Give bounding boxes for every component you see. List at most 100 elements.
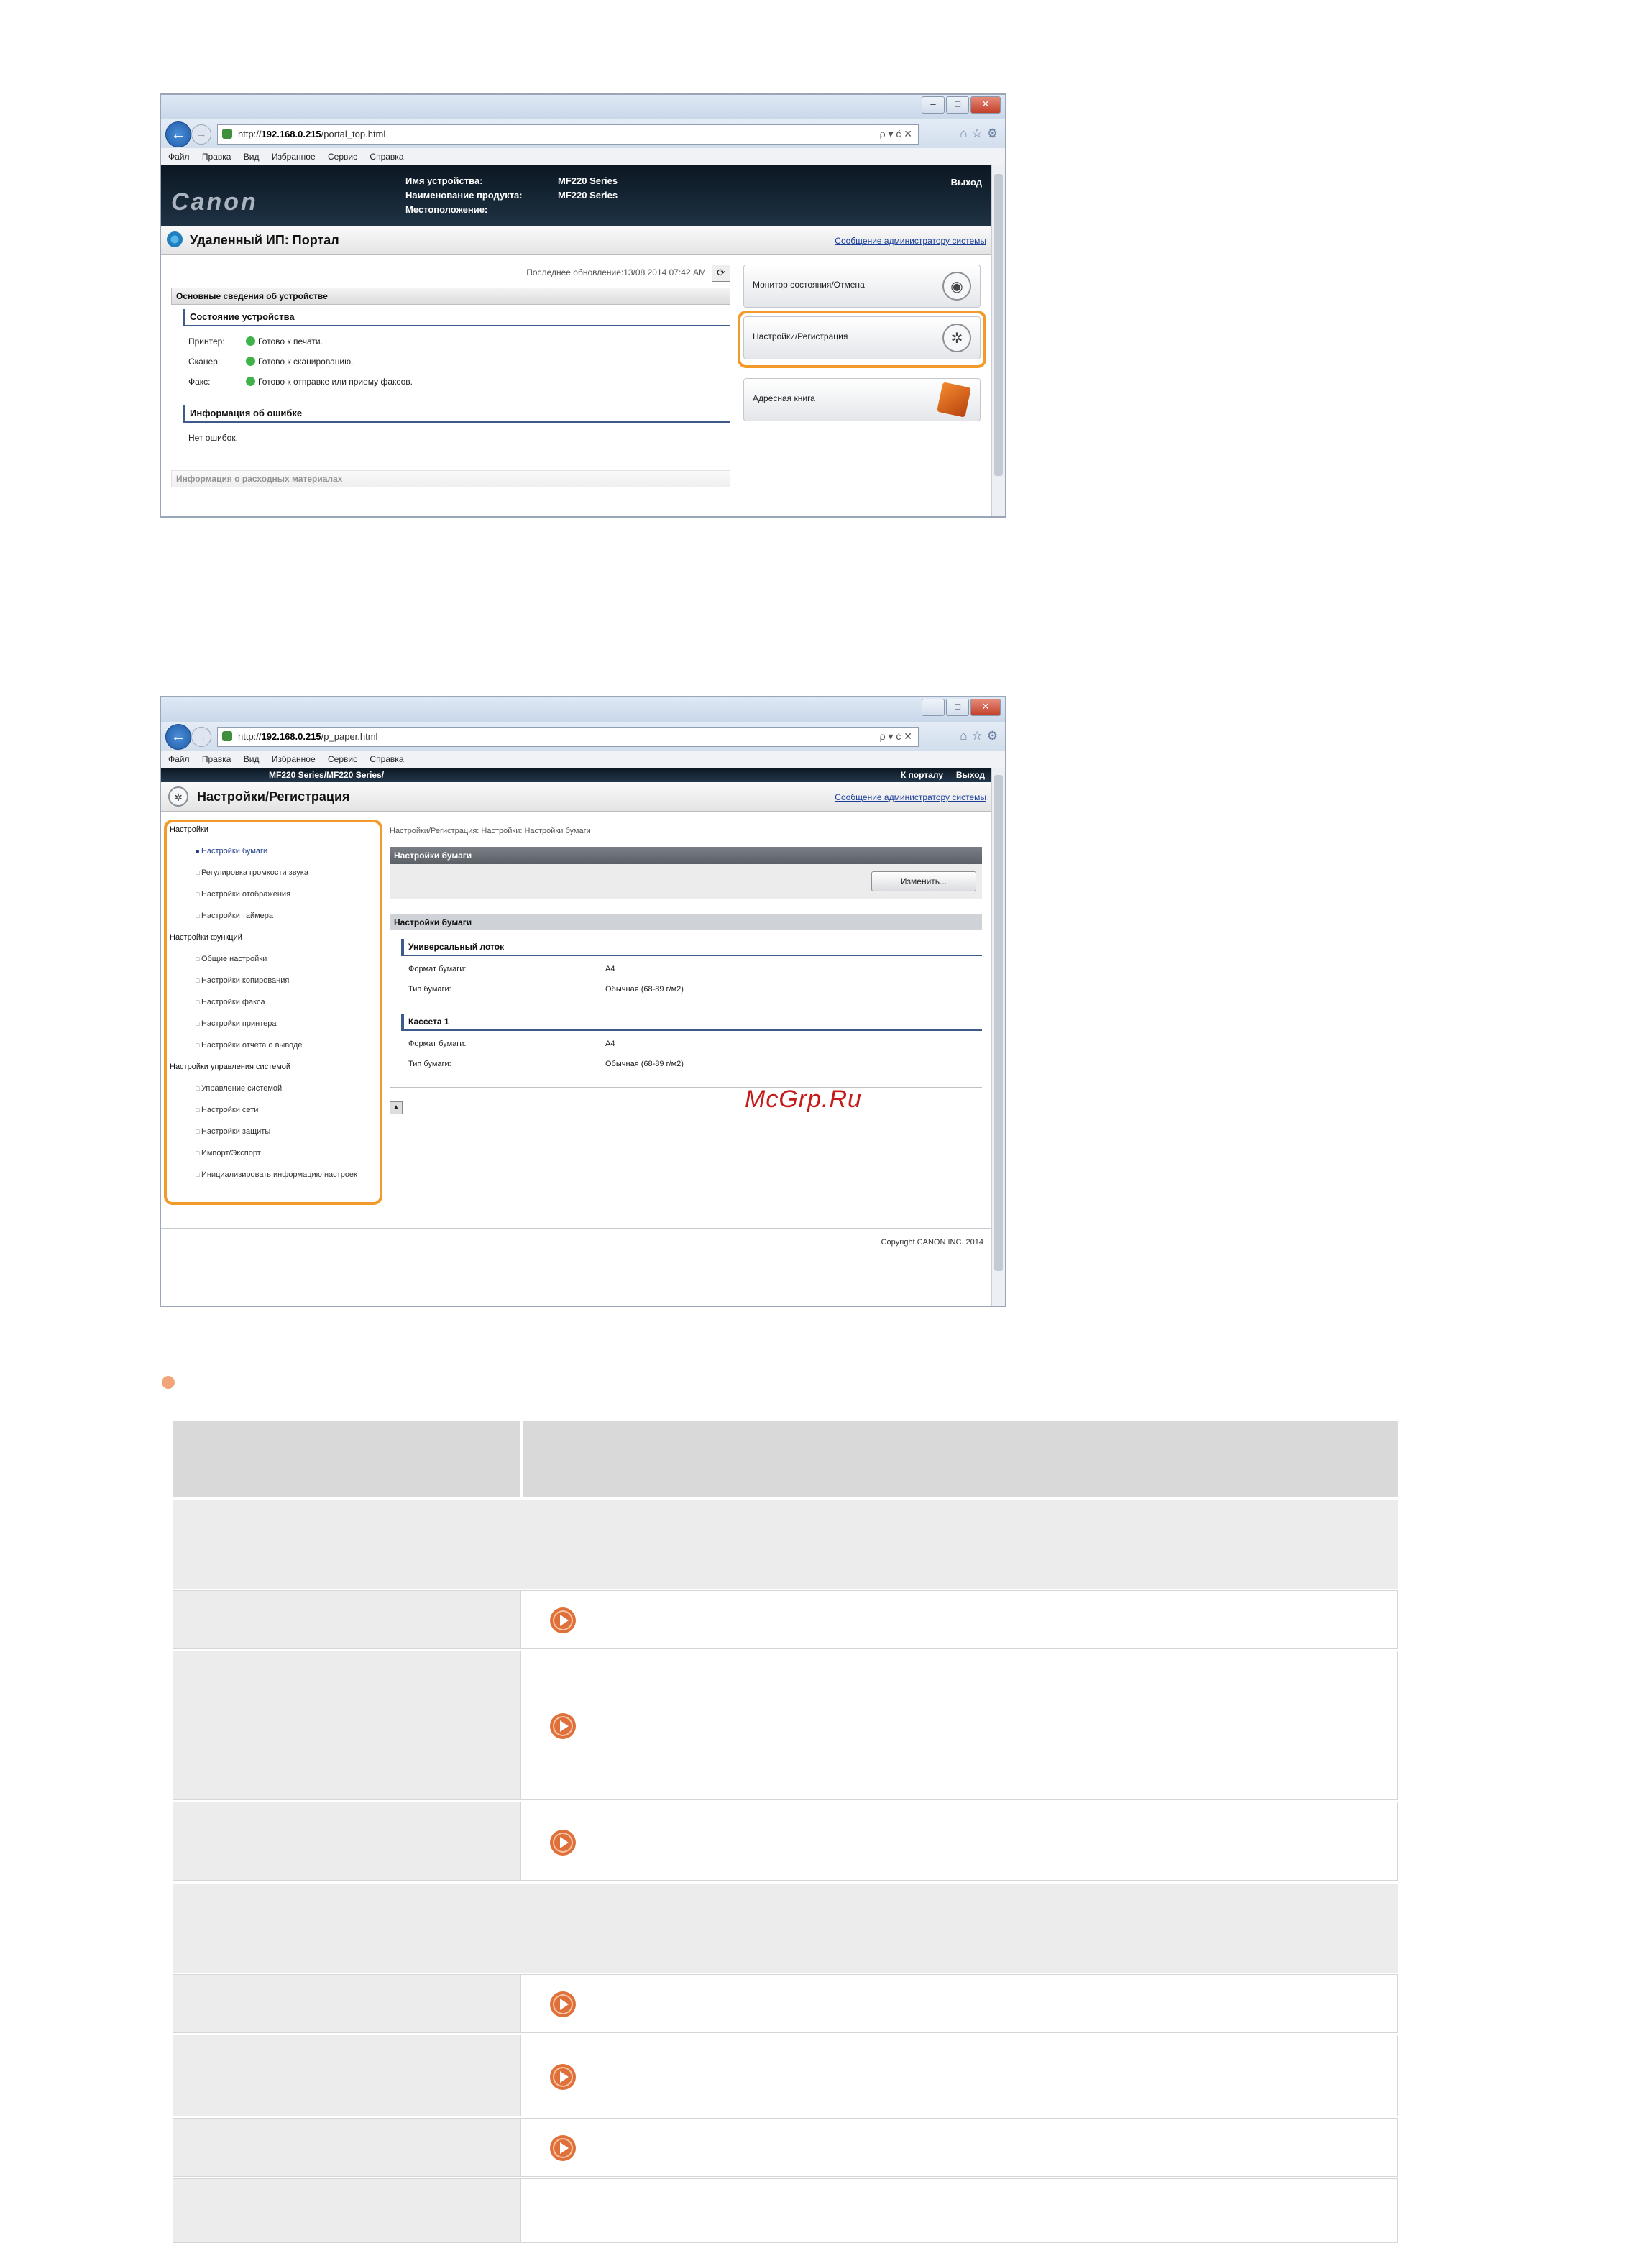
- site-icon: [222, 731, 232, 741]
- address-controls[interactable]: ρ ▾ ć ✕: [880, 730, 912, 743]
- device-header: Canon Имя устройства: Наименование проду…: [161, 165, 992, 226]
- admin-message-link[interactable]: Сообщение администратору системы: [835, 236, 986, 246]
- menu-tools[interactable]: Сервис: [328, 152, 357, 162]
- home-star-gear-icons[interactable]: ⌂☆⚙: [960, 127, 1002, 141]
- to-portal-link[interactable]: К порталу: [901, 768, 943, 782]
- link-arrow-icon[interactable]: [550, 1830, 576, 1856]
- forward-arrow-icon[interactable]: →: [191, 124, 211, 145]
- eye-icon: ◉: [942, 272, 971, 301]
- address-book-icon: [937, 382, 971, 418]
- link-arrow-icon[interactable]: [550, 1607, 576, 1633]
- address-bar[interactable]: http://192.168.0.215/p_paper.html ρ ▾ ć …: [217, 727, 919, 747]
- home-star-gear-icons[interactable]: ⌂☆⚙: [960, 729, 1002, 743]
- minimize-icon[interactable]: –: [922, 699, 945, 716]
- watermark-text: McGrp.Ru: [745, 1086, 862, 1113]
- table-header-col1: [173, 1421, 520, 1497]
- back-arrow-icon[interactable]: ←: [165, 121, 191, 147]
- link-arrow-icon[interactable]: [550, 1991, 576, 2017]
- menu-favorites[interactable]: Избранное: [272, 152, 316, 162]
- table-row-label: [173, 2178, 520, 2243]
- page-title: Удаленный ИП: Портал: [190, 233, 339, 247]
- menu-bar: Файл Правка Вид Избранное Сервис Справка: [161, 148, 1005, 166]
- tray-paper-size-label: Формат бумаги:: [408, 965, 467, 973]
- window-titlebar: – □ ✕: [161, 697, 1005, 722]
- logout-link[interactable]: Выход: [951, 177, 982, 188]
- table-row-label: [173, 1651, 520, 1800]
- menu-edit[interactable]: Правка: [202, 152, 231, 162]
- portal-title-bar: Удаленный ИП: Портал Сообщение администр…: [161, 226, 992, 255]
- table-row-label: [173, 2035, 520, 2116]
- table-row-desc: [520, 1802, 1398, 1881]
- device-labels: Имя устройства: Наименование продукта: М…: [405, 175, 523, 215]
- close-icon[interactable]: ✕: [970, 96, 1001, 114]
- device-nav-bar: MF220 Series/MF220 Series/ К порталу Вых…: [161, 768, 992, 782]
- link-arrow-icon[interactable]: [550, 1713, 576, 1739]
- refresh-icon[interactable]: ⟳: [712, 265, 730, 282]
- subsection-multipurpose-tray: Универсальный лоток: [401, 939, 982, 956]
- menu-help[interactable]: Справка: [370, 152, 403, 162]
- status-row-fax: Факс: Готово к отправке или приему факсов…: [188, 377, 413, 387]
- close-icon[interactable]: ✕: [970, 699, 1001, 716]
- cassette-paper-type-label: Тип бумаги:: [408, 1060, 451, 1068]
- settings-title-bar: ✲ Настройки/Регистрация Сообщение админи…: [161, 782, 992, 812]
- change-button[interactable]: Изменить...: [871, 871, 976, 891]
- last-update-text: Последнее обновление:13/08 2014 07:42 AM: [526, 267, 706, 277]
- maximize-icon[interactable]: □: [946, 96, 969, 114]
- table-header-col2: [523, 1421, 1398, 1497]
- address-bar[interactable]: http://192.168.0.215/portal_top.html ρ ▾…: [217, 124, 919, 145]
- table-row-label: [173, 1974, 520, 2033]
- paper-settings-section: Настройки бумаги: [390, 914, 982, 930]
- address-controls[interactable]: ρ ▾ ć ✕: [880, 128, 912, 140]
- settings-gear-icon: ✲: [168, 786, 188, 807]
- subsection-cassette-1: Кассета 1: [401, 1014, 982, 1031]
- menu-tools[interactable]: Сервис: [328, 754, 357, 764]
- menu-favorites[interactable]: Избранное: [272, 754, 316, 764]
- device-values: MF220 Series MF220 Series: [558, 175, 618, 201]
- admin-message-link[interactable]: Сообщение администратору системы: [835, 792, 986, 802]
- maximize-icon[interactable]: □: [946, 699, 969, 716]
- link-arrow-icon[interactable]: [550, 2064, 576, 2090]
- menu-file[interactable]: Файл: [168, 152, 190, 162]
- browser-window-settings: – □ ✕ ← → http://192.168.0.215/p_paper.h…: [160, 696, 1006, 1307]
- no-errors-text: Нет ошибок.: [188, 433, 238, 443]
- table-row-desc: [520, 2035, 1398, 2116]
- change-button-area: Изменить...: [390, 864, 982, 899]
- scrollbar[interactable]: [991, 165, 1005, 516]
- browser-window-portal: – □ ✕ ← → http://192.168.0.215/portal_to…: [160, 93, 1006, 518]
- address-row: ← → http://192.168.0.215/portal_top.html…: [161, 119, 1005, 148]
- highlight-settings-button: [738, 311, 986, 368]
- address-row: ← → http://192.168.0.215/p_paper.html ρ …: [161, 722, 1005, 751]
- footer-line: [161, 1228, 992, 1229]
- page-top-icon[interactable]: ▲: [390, 1101, 403, 1114]
- address-book-button[interactable]: Адресная книга: [743, 378, 981, 421]
- scrollbar[interactable]: [991, 768, 1005, 1306]
- site-icon: [222, 129, 232, 139]
- table-row-desc: [520, 2178, 1398, 2243]
- scrollbar-thumb[interactable]: [994, 174, 1003, 476]
- status-ok-icon: [246, 357, 255, 366]
- back-arrow-icon[interactable]: ←: [165, 724, 191, 750]
- forward-arrow-icon[interactable]: →: [191, 727, 211, 747]
- table-row-label: [173, 1590, 520, 1649]
- menu-file[interactable]: Файл: [168, 754, 190, 764]
- portal-icon: [167, 231, 183, 247]
- logout-link[interactable]: Выход: [956, 768, 985, 782]
- tray-paper-type-label: Тип бумаги:: [408, 985, 451, 994]
- status-monitor-button[interactable]: Монитор состояния/Отмена ◉: [743, 265, 981, 308]
- cassette-paper-size-label: Формат бумаги:: [408, 1040, 467, 1048]
- menu-view[interactable]: Вид: [244, 754, 260, 764]
- scrollbar-thumb[interactable]: [994, 775, 1003, 1271]
- table-row-label: [173, 1802, 520, 1881]
- menu-view[interactable]: Вид: [244, 152, 260, 162]
- table-row-desc: [520, 1590, 1398, 1649]
- section-error-info: Информация об ошибке: [183, 405, 730, 423]
- table-row-desc: [520, 2118, 1398, 2177]
- minimize-icon[interactable]: –: [922, 96, 945, 114]
- window-titlebar: – □ ✕: [161, 95, 1005, 119]
- breadcrumb: Настройки/Регистрация: Настройки: Настро…: [390, 827, 591, 835]
- status-ok-icon: [246, 377, 255, 386]
- menu-edit[interactable]: Правка: [202, 754, 231, 764]
- table-row-desc: [520, 1974, 1398, 2033]
- link-arrow-icon[interactable]: [550, 2135, 576, 2161]
- menu-help[interactable]: Справка: [370, 754, 403, 764]
